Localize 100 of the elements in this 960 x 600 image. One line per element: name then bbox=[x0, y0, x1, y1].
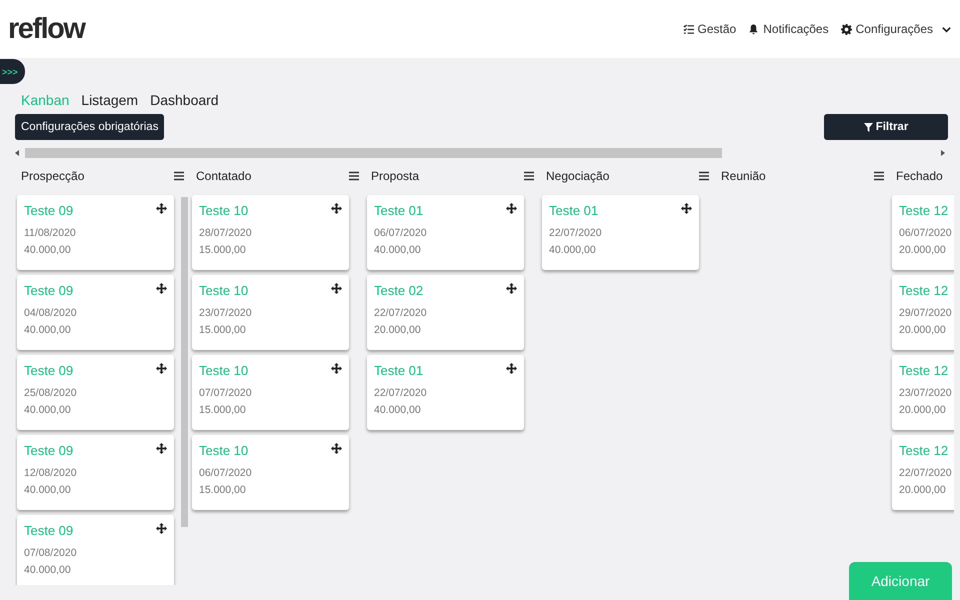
deal-card[interactable]: Teste 09 04/08/2020 40.000,00 bbox=[17, 275, 174, 350]
card-date: 22/07/2020 bbox=[549, 226, 603, 241]
card-value: 15.000,00 bbox=[199, 403, 247, 418]
deal-card[interactable]: Teste 10 07/07/2020 15.000,00 bbox=[192, 355, 349, 430]
card-date: 06/07/2020 bbox=[374, 226, 428, 241]
deal-card[interactable]: Teste 02 22/07/2020 20.000,00 bbox=[367, 275, 524, 350]
card-title: Teste 10 bbox=[199, 203, 248, 218]
deal-card[interactable]: Teste 10 23/07/2020 15.000,00 bbox=[192, 275, 349, 350]
card-title: Teste 02 bbox=[374, 283, 424, 298]
card-value: 40.000,00 bbox=[24, 403, 72, 418]
card-value: 40.000,00 bbox=[24, 563, 72, 578]
card-value: 15.000,00 bbox=[199, 483, 247, 498]
card-title: Teste 10 bbox=[199, 443, 248, 458]
move-icon[interactable] bbox=[681, 203, 692, 214]
card-title: Teste 10 bbox=[199, 283, 248, 298]
card-date: 07/07/2020 bbox=[199, 386, 253, 401]
logo[interactable]: reflow bbox=[8, 12, 84, 46]
column-title: Proposta bbox=[371, 169, 420, 183]
card-date: 11/08/2020 bbox=[24, 226, 77, 241]
card-title: Teste 09 bbox=[24, 283, 74, 298]
column-title: Prospecção bbox=[21, 169, 84, 183]
deal-card[interactable]: Teste 09 25/08/2020 40.000,00 bbox=[17, 355, 174, 430]
nav-link[interactable]: Notificações bbox=[748, 22, 829, 36]
move-icon[interactable] bbox=[331, 203, 342, 214]
deal-card[interactable]: Teste 12 23/07/2020 20.000,00 bbox=[892, 355, 954, 430]
scroll-left-icon[interactable] bbox=[15, 150, 19, 156]
card-title: Teste 01 bbox=[374, 203, 424, 218]
card-date: 22/07/2020 bbox=[374, 386, 428, 401]
card-value: 40.000,00 bbox=[24, 483, 72, 498]
deal-card[interactable]: Teste 10 28/07/2020 15.000,00 bbox=[192, 195, 349, 270]
menu-icon[interactable] bbox=[349, 171, 359, 181]
deal-card[interactable]: Teste 12 22/07/2020 20.000,00 bbox=[892, 435, 954, 510]
deal-card[interactable]: Teste 09 07/08/2020 40.000,00 bbox=[17, 515, 174, 585]
scrollbar-thumb[interactable] bbox=[25, 148, 722, 158]
card-value: 40.000,00 bbox=[24, 323, 72, 338]
card-title: Teste 09 bbox=[24, 363, 74, 378]
move-icon[interactable] bbox=[506, 203, 517, 214]
menu-icon[interactable] bbox=[524, 171, 534, 181]
move-icon[interactable] bbox=[331, 363, 342, 374]
card-date: 04/08/2020 bbox=[24, 306, 78, 321]
move-icon[interactable] bbox=[156, 203, 167, 214]
card-date: 23/07/2020 bbox=[899, 386, 953, 401]
column-title: Fechado bbox=[896, 169, 943, 183]
menu-icon[interactable] bbox=[174, 171, 184, 181]
menu-icon[interactable] bbox=[699, 171, 709, 181]
required-settings-button[interactable]: Configurações obrigatórias bbox=[15, 114, 164, 140]
move-icon[interactable] bbox=[331, 443, 342, 454]
move-icon[interactable] bbox=[156, 283, 167, 294]
card-value: 40.000,00 bbox=[374, 243, 422, 258]
settings-icon bbox=[840, 24, 852, 34]
nav-link[interactable]: Gestão bbox=[682, 22, 736, 36]
nav-link[interactable]: Configurações bbox=[840, 22, 952, 36]
card-value: 40.000,00 bbox=[24, 243, 72, 258]
tab[interactable]: Listagem bbox=[81, 92, 138, 108]
scroll-right-icon[interactable] bbox=[941, 150, 945, 156]
vertical-scrollbar[interactable] bbox=[181, 197, 188, 527]
move-icon[interactable] bbox=[156, 523, 167, 534]
card-date: 25/08/2020 bbox=[24, 386, 78, 401]
deal-card[interactable]: Teste 10 06/07/2020 15.000,00 bbox=[192, 435, 349, 510]
card-title: Teste 01 bbox=[374, 363, 424, 378]
card-date: 23/07/2020 bbox=[199, 306, 253, 321]
card-title: Teste 09 bbox=[24, 523, 74, 538]
move-icon[interactable] bbox=[156, 363, 167, 374]
bell-icon bbox=[748, 24, 760, 34]
card-title: Teste 09 bbox=[24, 443, 74, 458]
card-date: 12/08/2020 bbox=[24, 466, 78, 481]
card-date: 28/07/2020 bbox=[199, 226, 253, 241]
deal-card[interactable]: Teste 01 22/07/2020 40.000,00 bbox=[367, 355, 524, 430]
card-date: 22/07/2020 bbox=[899, 466, 953, 481]
card-value: 15.000,00 bbox=[199, 243, 247, 258]
menu-icon[interactable] bbox=[874, 171, 884, 181]
move-icon[interactable] bbox=[506, 363, 517, 374]
deal-card[interactable]: Teste 12 06/07/2020 20.000,00 bbox=[892, 195, 954, 270]
move-icon[interactable] bbox=[156, 443, 167, 454]
sidebar-toggle[interactable]: >>> bbox=[0, 59, 25, 84]
card-title: Teste 12 bbox=[899, 443, 948, 458]
card-date: 06/07/2020 bbox=[899, 226, 953, 241]
deal-card[interactable]: Teste 09 11/08/2020 40.000,00 bbox=[17, 195, 174, 270]
move-icon[interactable] bbox=[506, 283, 517, 294]
card-value: 20.000,00 bbox=[899, 243, 947, 258]
column-title: Negociação bbox=[546, 169, 610, 183]
deal-card[interactable]: Teste 01 22/07/2020 40.000,00 bbox=[542, 195, 699, 270]
deal-card[interactable]: Teste 01 06/07/2020 40.000,00 bbox=[367, 195, 524, 270]
card-value: 20.000,00 bbox=[899, 323, 947, 338]
card-value: 20.000,00 bbox=[899, 403, 947, 418]
card-value: 40.000,00 bbox=[549, 243, 597, 258]
card-title: Teste 01 bbox=[549, 203, 598, 218]
deal-card[interactable]: Teste 12 29/07/2020 20.000,00 bbox=[892, 275, 954, 350]
card-date: 06/07/2020 bbox=[199, 466, 253, 481]
card-title: Teste 12 bbox=[899, 203, 948, 218]
deal-card[interactable]: Teste 09 12/08/2020 40.000,00 bbox=[17, 435, 174, 510]
move-icon[interactable] bbox=[331, 283, 342, 294]
filter-icon bbox=[864, 122, 873, 132]
tab[interactable]: Dashboard bbox=[150, 92, 219, 108]
card-value: 40.000,00 bbox=[374, 403, 422, 418]
filter-button[interactable]: Filtrar bbox=[824, 114, 948, 140]
card-title: Teste 10 bbox=[199, 363, 248, 378]
card-date: 22/07/2020 bbox=[374, 306, 428, 321]
column-title: Reunião bbox=[721, 169, 766, 183]
card-date: 29/07/2020 bbox=[899, 306, 953, 321]
